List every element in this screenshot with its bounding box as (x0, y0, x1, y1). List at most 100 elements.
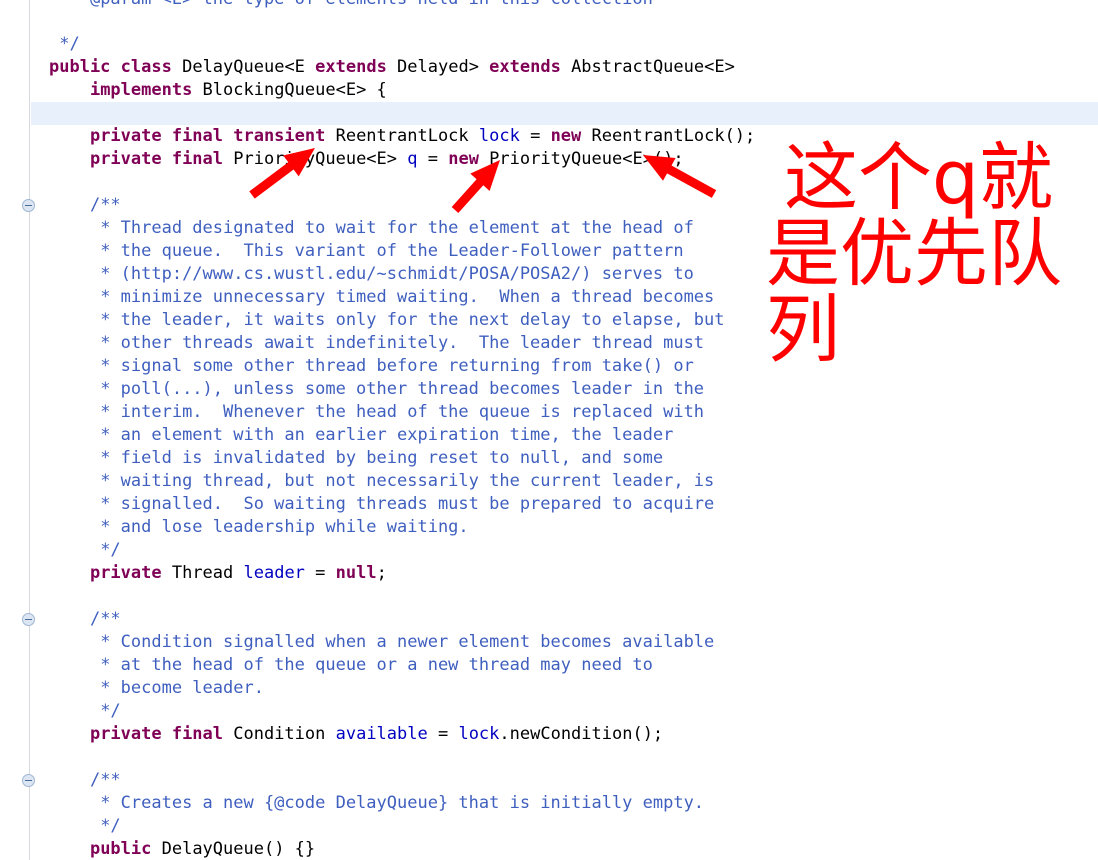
code-fold-collapse-icon[interactable] (22, 613, 35, 626)
code-token-cmt: * the leader, it waits only for the next… (100, 310, 725, 330)
code-line[interactable]: * become leader. (31, 677, 1098, 700)
code-line[interactable]: /** (31, 194, 1098, 217)
code-line[interactable]: * @param <E> the type of elements held i… (31, 0, 1098, 11)
code-line-text: * interim. Whenever the head of the queu… (31, 401, 1098, 424)
code-token-kw: extends (489, 57, 561, 77)
code-token-cmt: * Creates a new {@code DelayQueue} that … (100, 793, 705, 813)
code-line-text: private Thread leader = null; (31, 562, 1098, 585)
code-token-plain: = (427, 724, 459, 744)
code-token-var: lock (458, 724, 500, 744)
code-token-cmt: * other threads await indefinitely. The … (100, 333, 705, 353)
code-line[interactable]: private final Condition available = lock… (31, 723, 1098, 746)
code-token-cmt: * signalled. So waiting threads must be … (100, 494, 715, 514)
code-line-text: private final Condition available = lock… (31, 723, 1098, 746)
code-token-plain: PriorityQueue<E>(); (478, 149, 684, 169)
code-token-kw: new (550, 126, 582, 146)
code-line[interactable]: * waiting thread, but not necessarily th… (31, 470, 1098, 493)
code-token-cmt: /** (89, 770, 121, 790)
code-fold-collapse-icon[interactable] (22, 774, 35, 787)
code-line[interactable] (31, 171, 1098, 194)
code-line-text: * an element with an earlier expiration … (31, 424, 1098, 447)
code-line-text: * Condition signalled when a newer eleme… (31, 631, 1098, 654)
code-token-cmt: * (http://www.cs.wustl.edu/~schmidt/POSA… (100, 264, 694, 284)
code-line[interactable]: * other threads await indefinitely. The … (31, 332, 1098, 355)
code-line[interactable]: private Thread leader = null; (31, 562, 1098, 585)
code-token-kw: private final (89, 149, 224, 169)
code-line[interactable]: implements BlockingQueue<E> { (31, 79, 1098, 102)
code-token-cmt: * Condition signalled when a newer eleme… (100, 632, 715, 652)
code-token-plain: AbstractQueue<E> (560, 57, 735, 77)
code-line[interactable]: public class DelayQueue<E extends Delaye… (31, 56, 1098, 79)
code-line[interactable]: */ (31, 33, 1098, 56)
code-line-text: * Thread designated to wait for the elem… (31, 217, 1098, 240)
code-line-text: * (http://www.cs.wustl.edu/~schmidt/POSA… (31, 263, 1098, 286)
code-line[interactable]: */ (31, 539, 1098, 562)
code-token-kw: null (335, 563, 377, 583)
line-number-gutter[interactable]: 6869707172737475767778798081828384858687… (0, 0, 35, 860)
code-line[interactable]: * (http://www.cs.wustl.edu/~schmidt/POSA… (31, 263, 1098, 286)
code-token-var: q (407, 149, 418, 169)
code-line-current[interactable] (31, 102, 1098, 125)
code-token-kw: public (49, 57, 111, 77)
code-line-text: /** (31, 608, 1098, 631)
code-line[interactable]: * the queue. This variant of the Leader-… (31, 240, 1098, 263)
code-line[interactable]: * Creates a new {@code DelayQueue} that … (31, 792, 1098, 815)
code-token-plain: = (519, 126, 551, 146)
code-token-var: leader (243, 563, 305, 583)
code-line[interactable]: * signal some other thread before return… (31, 355, 1098, 378)
code-token-cmt: * poll(...), unless some other thread be… (100, 379, 705, 399)
code-line[interactable]: /** (31, 608, 1098, 631)
code-line[interactable]: private final transient ReentrantLock lo… (31, 125, 1098, 148)
code-line[interactable]: /** (31, 769, 1098, 792)
code-token-var: available (335, 724, 428, 744)
code-line-text: * poll(...), unless some other thread be… (31, 378, 1098, 401)
code-token-cmt: * an element with an earlier expiration … (100, 425, 674, 445)
code-token-plain: DelayQueue() {} (151, 839, 316, 859)
code-editor[interactable]: 6869707172737475767778798081828384858687… (0, 0, 1098, 860)
code-line[interactable] (31, 746, 1098, 769)
code-line[interactable]: * an element with an earlier expiration … (31, 424, 1098, 447)
code-line[interactable]: * the leader, it waits only for the next… (31, 309, 1098, 332)
code-token-cmt: * @param <E> the type of elements held i… (69, 0, 652, 9)
code-line[interactable]: * interim. Whenever the head of the queu… (31, 401, 1098, 424)
code-text-area[interactable]: * @param <E> the type of elements held i… (31, 0, 1098, 860)
code-token-plain: Condition (223, 724, 336, 744)
code-line[interactable]: * Thread designated to wait for the elem… (31, 217, 1098, 240)
code-line[interactable]: */ (31, 700, 1098, 723)
code-line[interactable]: * poll(...), unless some other thread be… (31, 378, 1098, 401)
code-line[interactable]: * field is invalidated by being reset to… (31, 447, 1098, 470)
code-token-cmt: */ (100, 816, 121, 836)
code-fold-collapse-icon[interactable] (22, 199, 35, 212)
code-line[interactable]: * minimize unnecessary timed waiting. Wh… (31, 286, 1098, 309)
code-token-kw: class (120, 57, 172, 77)
code-line[interactable]: * Condition signalled when a newer eleme… (31, 631, 1098, 654)
code-line-text: */ (31, 700, 1098, 723)
code-line-text: * the queue. This variant of the Leader-… (31, 240, 1098, 263)
code-line-text: /** (31, 769, 1098, 792)
code-line-text: * become leader. (31, 677, 1098, 700)
code-line[interactable]: */ (31, 815, 1098, 838)
code-line[interactable]: * and lose leadership while waiting. (31, 516, 1098, 539)
code-token-cmt: */ (100, 701, 121, 721)
code-line[interactable]: * at the head of the queue or a new thre… (31, 654, 1098, 677)
code-line[interactable] (31, 585, 1098, 608)
code-token-cmt: /** (89, 195, 121, 215)
code-line[interactable]: public DelayQueue() {} (31, 838, 1098, 860)
code-line[interactable]: private final PriorityQueue<E> q = new P… (31, 148, 1098, 171)
code-line[interactable]: * signalled. So waiting threads must be … (31, 493, 1098, 516)
